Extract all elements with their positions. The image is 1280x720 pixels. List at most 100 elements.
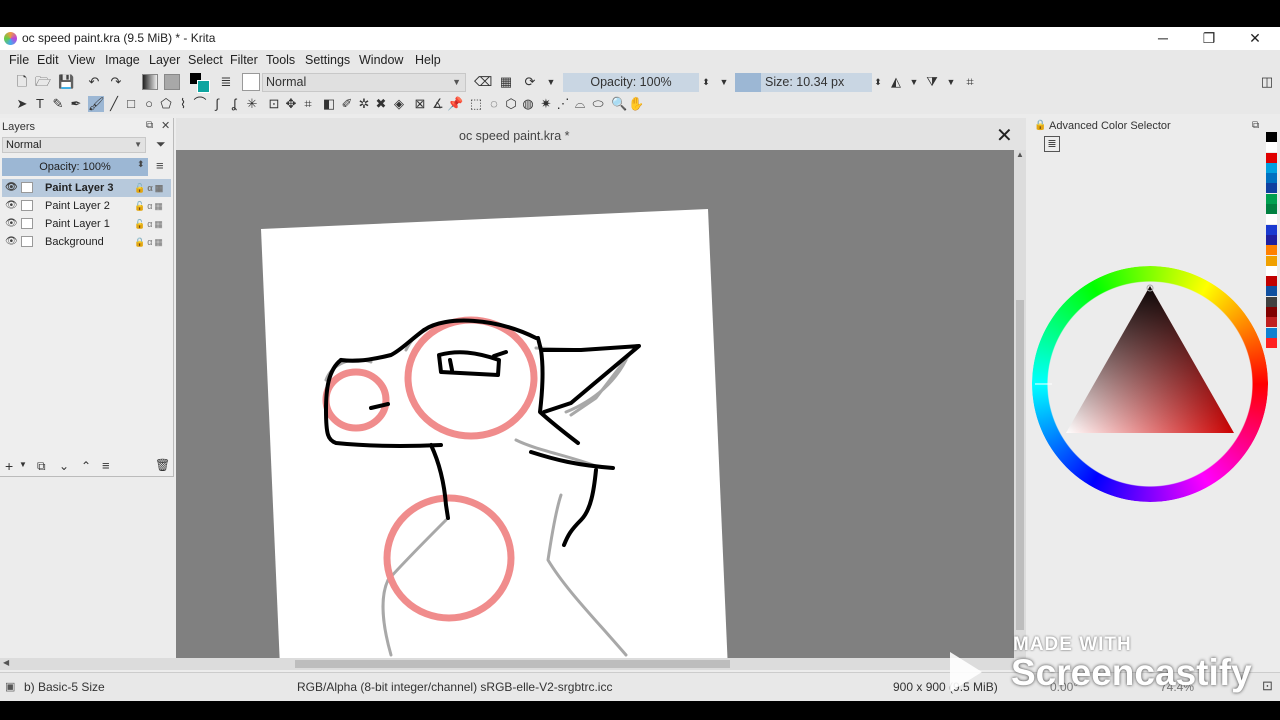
multibrush-icon[interactable]: ✳ — [244, 96, 260, 112]
undo-icon[interactable]: ↶ — [86, 74, 102, 90]
transform-tool-icon[interactable]: ⊡ — [266, 96, 282, 112]
color-swatch[interactable] — [1266, 286, 1277, 297]
crop-tool-icon[interactable]: ⌗ — [300, 96, 316, 112]
menu-select[interactable]: Select — [188, 53, 223, 67]
contiguous-select-icon[interactable]: ✷ — [538, 96, 554, 112]
color-swatch[interactable] — [1266, 255, 1277, 266]
duplicate-layer-icon[interactable]: ⧉ — [37, 459, 46, 474]
color-swatch[interactable] — [1266, 142, 1277, 153]
layer-lock-alpha-icons[interactable]: 🔓α▦ — [134, 179, 165, 197]
color-swatch[interactable] — [1266, 193, 1277, 204]
layer-opacity-slider[interactable]: Opacity: 100% — [2, 158, 148, 176]
freehand-brush-icon[interactable]: 🖌 — [88, 96, 105, 112]
color-swatch[interactable] — [1266, 152, 1277, 163]
color-swatch[interactable] — [1266, 296, 1277, 307]
mirror-horizontal-icon[interactable]: ◭ — [888, 74, 904, 90]
bezier-select-icon[interactable]: ⌓ — [572, 96, 588, 112]
move-tool-icon[interactable]: ✥ — [283, 96, 299, 112]
menu-view[interactable]: View — [68, 53, 95, 67]
color-swatch[interactable] — [1266, 307, 1277, 318]
layer-properties-icon[interactable]: ≡ — [102, 458, 110, 473]
mirror-vertical-icon[interactable]: ⧩ — [924, 74, 940, 90]
float-docker-icon[interactable]: ⧉ — [1252, 120, 1259, 131]
color-picker-icon[interactable]: ✐ — [339, 96, 355, 112]
document-tab[interactable]: oc speed paint.kra * ✕ — [176, 120, 1026, 150]
alpha-lock-icon[interactable]: ▦ — [498, 74, 514, 90]
delete-layer-icon[interactable]: 🗑 — [155, 458, 170, 472]
ellipse-select-icon[interactable]: ◌ — [486, 96, 502, 112]
vertical-scroll-thumb[interactable] — [1016, 300, 1024, 630]
select-shapes-icon[interactable]: ➤ — [14, 96, 30, 112]
close-window-button[interactable]: ✕ — [1232, 27, 1278, 50]
brush-settings-icon[interactable]: ≣ — [218, 74, 234, 90]
add-layer-icon[interactable]: + — [5, 458, 13, 474]
color-swatch[interactable] — [1266, 214, 1277, 225]
chevron-down-icon[interactable]: ▼ — [543, 74, 559, 90]
color-swatch[interactable] — [1266, 327, 1277, 338]
restore-button[interactable]: ❐ — [1186, 27, 1232, 50]
zoom-tool-icon[interactable]: 🔍 — [611, 96, 627, 112]
size-slider[interactable]: Size: 10.34 px — [735, 73, 872, 92]
visibility-eye-icon[interactable]: 👁 — [5, 215, 18, 233]
color-swatch[interactable] — [1266, 173, 1277, 184]
pan-tool-icon[interactable]: ✋ — [628, 96, 644, 112]
save-icon[interactable]: 💾 — [58, 74, 74, 90]
layer-row[interactable]: 👁 Paint Layer 1 🔓α▦ — [2, 215, 171, 233]
ellipse-tool-icon[interactable]: ○ — [141, 96, 157, 112]
horizontal-scrollbar[interactable]: ◀ — [0, 658, 1014, 670]
menu-settings[interactable]: Settings — [305, 53, 350, 67]
close-docker-icon[interactable]: ✕ — [161, 119, 170, 132]
color-swatch[interactable] — [1266, 265, 1277, 276]
layer-row[interactable]: 👁 Paint Layer 2 🔓α▦ — [2, 197, 171, 215]
color-swatch[interactable] — [1266, 132, 1277, 142]
colorize-mask-icon[interactable]: ✖ — [373, 96, 389, 112]
filter-icon[interactable]: ⏷ — [156, 137, 166, 152]
text-tool-icon[interactable]: T — [32, 96, 48, 112]
menu-image[interactable]: Image — [105, 53, 140, 67]
chevron-down-icon[interactable]: ▼ — [19, 460, 27, 469]
move-layer-up-icon[interactable]: ⌃ — [81, 459, 91, 473]
scroll-up-icon[interactable]: ▲ — [1016, 150, 1024, 159]
canvas-viewport[interactable] — [176, 150, 1014, 658]
color-swatch[interactable] — [1266, 224, 1277, 235]
layer-row[interactable]: 👁 Paint Layer 3 🔓α▦ — [2, 179, 171, 197]
dynamic-brush-icon[interactable]: ʆ — [226, 96, 242, 112]
menu-help[interactable]: Help — [415, 53, 441, 67]
edit-shapes-icon[interactable]: ✎ — [50, 96, 66, 112]
layer-lock-alpha-icons[interactable]: 🔒α▦ — [134, 233, 165, 251]
visibility-eye-icon[interactable]: 👁 — [5, 233, 18, 251]
freehand-path-icon[interactable]: ∫ — [209, 96, 225, 112]
reload-preset-icon[interactable]: ⟳ — [522, 74, 538, 90]
measure-tool-icon[interactable]: ∡ — [430, 96, 446, 112]
minimize-button[interactable]: ─ — [1140, 27, 1186, 50]
chevron-down-icon[interactable]: ▼ — [906, 74, 922, 90]
wrap-around-icon[interactable]: ⌗ — [962, 74, 978, 90]
eraser-mode-icon[interactable]: ⌫ — [474, 74, 492, 90]
gradient-tool-icon[interactable]: ◧ — [321, 96, 337, 112]
rectangle-tool-icon[interactable]: □ — [123, 96, 139, 112]
bezier-tool-icon[interactable]: ⌒ — [192, 96, 208, 112]
color-swatch[interactable] — [1266, 183, 1277, 194]
open-folder-icon[interactable]: 🗁 — [35, 74, 51, 90]
reference-image-icon[interactable]: 📌 — [447, 96, 463, 112]
smart-patch-icon[interactable]: ✲ — [356, 96, 372, 112]
opacity-stepper-icon[interactable]: ⬍ — [137, 159, 145, 170]
color-swatch[interactable] — [1266, 162, 1277, 173]
brush-preset-icon[interactable] — [242, 73, 260, 91]
layer-lock-alpha-icons[interactable]: 🔓α▦ — [134, 197, 165, 215]
opacity-stepper-icon[interactable]: ⬍ — [698, 74, 714, 90]
visibility-eye-icon[interactable]: 👁 — [5, 179, 18, 197]
menu-file[interactable]: File — [9, 53, 29, 67]
fill-tool-icon[interactable]: ◈ — [391, 96, 407, 112]
opacity-slider[interactable]: Opacity: 100% — [563, 73, 699, 92]
layer-options-icon[interactable]: ≡ — [156, 158, 164, 173]
float-docker-icon[interactable]: ⧉ — [146, 120, 153, 131]
menu-tools[interactable]: Tools — [266, 53, 295, 67]
polygon-select-icon[interactable]: ⬡ — [503, 96, 519, 112]
color-swatch[interactable] — [1266, 317, 1277, 328]
menu-edit[interactable]: Edit — [37, 53, 59, 67]
gradient-preset-icon[interactable] — [142, 74, 158, 90]
docker-lock-icon[interactable]: 🔒 — [1034, 120, 1046, 131]
line-tool-icon[interactable]: ╱ — [106, 96, 122, 112]
chevron-down-icon[interactable]: ▼ — [943, 74, 959, 90]
